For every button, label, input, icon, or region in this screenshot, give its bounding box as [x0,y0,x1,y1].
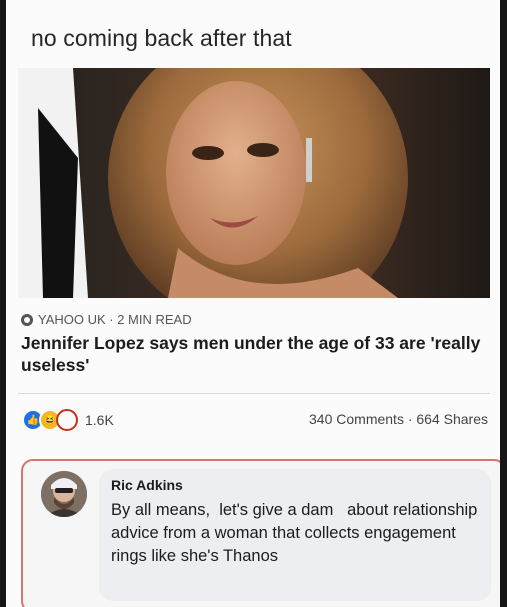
comments-shares-count[interactable]: 340 Comments · 664 Shares [309,411,488,427]
wow-icon [56,409,78,431]
reactions-summary[interactable]: 👍 😆 1.6K [22,409,114,431]
globe-icon [21,313,33,326]
article-source: YAHOO UK · 2 MIN READ [21,312,192,327]
highlighted-comment: Ric Adkins By all means, let's give a da… [21,459,500,607]
post-caption: no coming back after that [31,25,292,51]
portrait-photo [18,68,490,298]
avatar-image [41,471,87,517]
comment-bubble: Ric Adkins By all means, let's give a da… [99,469,491,601]
post-card: no coming back after that YAHOO UK · 2 M… [6,0,500,607]
divider [18,393,490,394]
article-image[interactable] [18,68,490,298]
article-headline[interactable]: Jennifer Lopez says men under the age of… [21,332,491,376]
comment-author[interactable]: Ric Adkins [111,477,183,493]
source-label: YAHOO UK · 2 MIN READ [38,312,192,327]
reaction-count: 1.6K [85,412,114,428]
avatar[interactable] [41,471,87,517]
comment-text: By all means, let's give a dam about rel… [111,501,482,565]
